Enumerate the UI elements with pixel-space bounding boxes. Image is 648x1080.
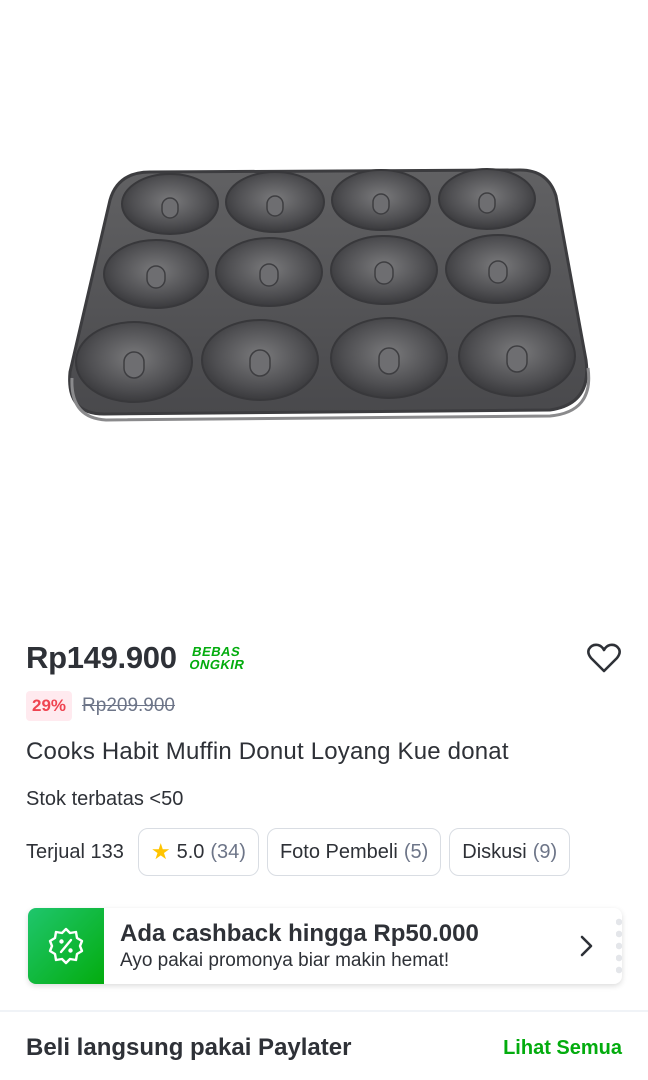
product-image[interactable] (0, 0, 648, 612)
cashback-title: Ada cashback hingga Rp50.000 (120, 920, 479, 947)
discussion-label: Diskusi (462, 840, 527, 863)
paylater-section-header: Beli langsung pakai Paylater Lihat Semua (26, 1034, 622, 1062)
discount-badge-icon (48, 927, 84, 965)
see-all-link[interactable]: Lihat Semua (503, 1037, 622, 1060)
section-divider (0, 1010, 648, 1012)
buyer-photos-count: (5) (403, 840, 429, 863)
product-title: Cooks Habit Muffin Donut Loyang Kue dona… (26, 738, 509, 765)
price-row: Rp149.900 BEBAS ONGKIR (26, 638, 246, 678)
buyer-photos-label: Foto Pembeli (279, 840, 398, 863)
donut-pan-image (68, 168, 591, 422)
cashback-subtitle: Ayo pakai promonya biar makin hemat! (120, 950, 450, 971)
paylater-title: Beli langsung pakai Paylater (26, 1034, 352, 1061)
rating-chip[interactable]: ★ 5.0 (34) (137, 828, 259, 876)
rating-count: (34) (210, 840, 246, 863)
product-price: Rp149.900 (26, 640, 177, 675)
ticket-edge-decoration (616, 916, 622, 976)
discussion-chip[interactable]: Diskusi (9) (449, 828, 571, 876)
star-icon: ★ (150, 839, 171, 864)
stock-info: Stok terbatas <50 (26, 788, 184, 810)
discount-row: 29% Rp209.900 (26, 690, 175, 722)
heart-icon (587, 643, 621, 673)
cashback-banner[interactable]: Ada cashback hingga Rp50.000 Ayo pakai p… (28, 908, 622, 984)
stats-row: Terjual 133 ★ 5.0 (34) Foto Pembeli (5) … (26, 828, 578, 876)
buyer-photos-chip[interactable]: Foto Pembeli (5) (266, 828, 442, 876)
discount-badge: 29% (26, 691, 73, 721)
cashback-icon-panel (28, 908, 104, 984)
rating-value: 5.0 (176, 840, 205, 863)
free-shipping-line2: ONGKIR (187, 657, 246, 672)
discussion-count: (9) (532, 840, 558, 863)
wishlist-button[interactable] (584, 638, 624, 678)
sold-count: Terjual 133 (26, 840, 124, 863)
free-shipping-badge: BEBAS ONGKIR (187, 644, 249, 672)
cashback-text: Ada cashback hingga Rp50.000 Ayo pakai p… (120, 920, 479, 972)
original-price: Rp209.900 (82, 695, 175, 716)
chevron-right-icon (580, 935, 593, 957)
